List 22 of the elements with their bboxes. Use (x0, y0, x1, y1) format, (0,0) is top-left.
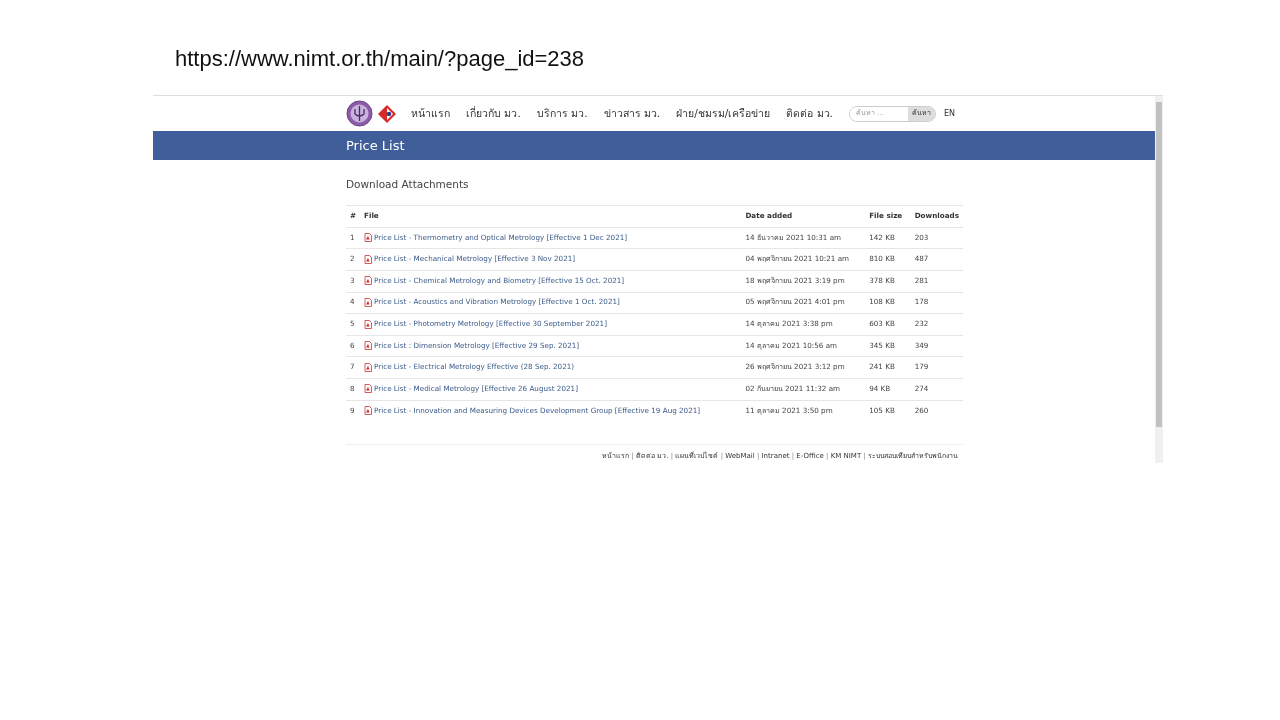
scrollbar-thumb[interactable] (1156, 102, 1162, 427)
pdf-file-icon (364, 406, 373, 416)
pdf-file-icon (364, 297, 373, 307)
pdf-file-icon (364, 319, 373, 329)
nav-link[interactable]: เกี่ยวกับ มว. (466, 105, 521, 122)
pdf-file-icon (364, 341, 373, 351)
page-title: Price List (346, 136, 405, 155)
emblem-logo (346, 100, 373, 127)
language-link[interactable]: EN (943, 107, 955, 120)
diamond-logo (377, 103, 397, 124)
nav-link[interactable]: ติดต่อ มว. (786, 105, 833, 122)
pdf-file-icon (364, 276, 373, 286)
nav-link[interactable]: ข่าวสาร มว. (603, 105, 661, 122)
pdf-file-icon (364, 384, 373, 394)
slide-caption: https://www.nimt.or.th/main/?page_id=238 (174, 45, 586, 73)
nav-link[interactable]: ฝ่าย/ชมรม/เครือข่าย (676, 105, 771, 122)
pdf-file-icon (364, 362, 373, 372)
section-heading: Download Attachments (346, 177, 470, 192)
nav-link[interactable]: บริการ มว. (536, 105, 588, 122)
pdf-file-icon (364, 254, 373, 264)
pdf-file-icon (364, 233, 373, 243)
nav-link[interactable]: หน้าแรก (411, 105, 451, 122)
